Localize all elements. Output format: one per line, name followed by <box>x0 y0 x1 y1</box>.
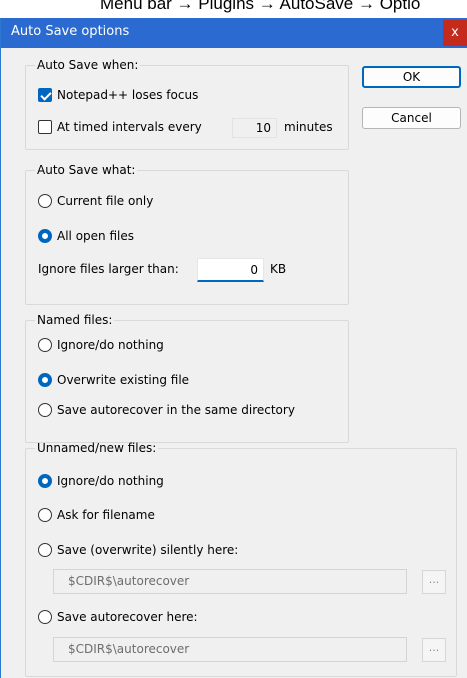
current-file-only-radio[interactable] <box>38 194 52 208</box>
named-ignore-label: Ignore/do nothing <box>57 338 164 352</box>
loses-focus-option[interactable]: Notepad++ loses focus <box>38 88 198 102</box>
save-autorecover-here-radio[interactable] <box>38 610 52 624</box>
unnamed-ignore-label: Ignore/do nothing <box>57 474 164 488</box>
minutes-unit-label: minutes <box>284 120 333 134</box>
timed-interval-label: At timed intervals every <box>57 120 202 134</box>
ignore-larger-label: Ignore files larger than: <box>38 262 179 276</box>
title-bar[interactable]: Auto Save options x <box>1 18 467 48</box>
unnamed-ignore-option[interactable]: Ignore/do nothing <box>38 474 164 488</box>
timed-interval-option[interactable]: At timed intervals every <box>38 120 202 134</box>
autosave-options-dialog: Auto Save options x OK Cancel Auto Save … <box>0 18 467 678</box>
current-file-only-option[interactable]: Current file only <box>38 194 153 208</box>
ask-filename-radio[interactable] <box>38 508 52 522</box>
all-open-files-label: All open files <box>57 229 134 243</box>
cancel-button[interactable]: Cancel <box>362 107 461 129</box>
named-ignore-radio[interactable] <box>38 338 52 352</box>
ok-button[interactable]: OK <box>362 66 461 88</box>
save-silently-option[interactable]: Save (overwrite) silently here: <box>38 543 238 557</box>
kb-unit-label: KB <box>270 262 287 276</box>
ignore-size-input[interactable]: 0 <box>197 258 264 282</box>
timed-interval-checkbox[interactable] <box>38 120 52 134</box>
save-autorecover-here-option[interactable]: Save autorecover here: <box>38 610 198 624</box>
interval-minutes-input[interactable]: 10 <box>232 118 277 138</box>
group-legend: Named files: <box>37 313 113 327</box>
named-ignore-option[interactable]: Ignore/do nothing <box>38 338 164 352</box>
loses-focus-label: Notepad++ loses focus <box>57 88 199 102</box>
group-legend: Auto Save when: <box>37 58 139 72</box>
overwrite-existing-radio[interactable] <box>38 373 52 387</box>
page-caption: Menu bar → Plugins → AutoSave → Optio <box>100 0 421 13</box>
autorecover-same-dir-option[interactable]: Save autorecover in the same directory <box>38 403 295 417</box>
save-silently-radio[interactable] <box>38 543 52 557</box>
group-legend: Unnamed/new files: <box>37 441 157 455</box>
close-button[interactable]: x <box>443 20 467 46</box>
silent-save-path-input[interactable]: $CDIR$\autorecover <box>53 569 407 594</box>
unnamed-ignore-radio[interactable] <box>38 474 52 488</box>
autorecover-path-input[interactable]: $CDIR$\autorecover <box>53 637 407 662</box>
auto-save-when-group: Auto Save when: <box>25 58 349 150</box>
group-legend: Auto Save what: <box>37 163 136 177</box>
loses-focus-checkbox[interactable] <box>38 88 52 102</box>
overwrite-existing-option[interactable]: Overwrite existing file <box>38 373 189 387</box>
ask-filename-option[interactable]: Ask for filename <box>38 508 155 522</box>
silent-save-browse-button[interactable]: ... <box>422 570 446 594</box>
autorecover-browse-button[interactable]: ... <box>422 638 446 662</box>
save-silently-label: Save (overwrite) silently here: <box>57 543 239 557</box>
autorecover-same-dir-label: Save autorecover in the same directory <box>57 403 295 417</box>
dialog-title: Auto Save options <box>11 24 130 39</box>
overwrite-existing-label: Overwrite existing file <box>57 373 190 387</box>
ask-filename-label: Ask for filename <box>57 508 155 522</box>
all-open-files-option[interactable]: All open files <box>38 229 134 243</box>
current-file-only-label: Current file only <box>57 194 154 208</box>
autorecover-same-dir-radio[interactable] <box>38 403 52 417</box>
save-autorecover-here-label: Save autorecover here: <box>57 610 198 624</box>
all-open-files-radio[interactable] <box>38 229 52 243</box>
